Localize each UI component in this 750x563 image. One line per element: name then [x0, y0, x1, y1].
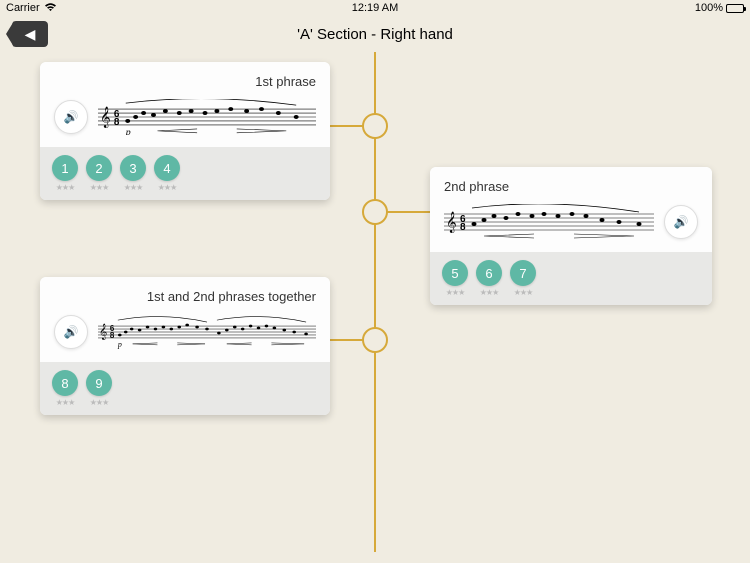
node-3 [363, 328, 387, 352]
back-arrow-icon: ◀ [25, 26, 36, 43]
step-button[interactable]: 6 [476, 260, 502, 286]
step-stars: ★★★ [514, 288, 533, 297]
status-bar: Carrier 12:19 AM 100% [0, 0, 750, 16]
step-4: 4 ★★★ [154, 155, 180, 192]
svg-text:𝄞: 𝄞 [99, 324, 107, 340]
step-button[interactable]: 2 [86, 155, 112, 181]
staff-svg: 𝄞 68 p [98, 99, 316, 135]
card-content: 𝄞 68 🔊 [444, 202, 698, 242]
page-title: 'A' Section - Right hand [297, 26, 453, 43]
phrase-card-1[interactable]: 1st phrase 🔊 𝄞 68 [40, 62, 330, 200]
svg-text:8: 8 [114, 117, 120, 128]
node-1 [363, 114, 387, 138]
step-stars: ★★★ [90, 398, 109, 407]
step-stars: ★★★ [480, 288, 499, 297]
staff-svg: 𝄞 68 [444, 204, 654, 240]
svg-text:8: 8 [460, 222, 466, 233]
play-button[interactable]: 🔊 [664, 205, 698, 239]
card-footer: 8 ★★★ 9 ★★★ [40, 362, 330, 415]
card-title: 2nd phrase [444, 179, 698, 194]
music-notation: 𝄞 68 p [98, 97, 316, 137]
step-stars: ★★★ [446, 288, 465, 297]
phrase-card-3[interactable]: 1st and 2nd phrases together 🔊 𝄞 68 [40, 277, 330, 415]
play-button[interactable]: 🔊 [54, 315, 88, 349]
battery-icon [726, 4, 744, 13]
card-footer: 5 ★★★ 6 ★★★ 7 ★★★ [430, 252, 712, 305]
card-title: 1st and 2nd phrases together [54, 289, 316, 304]
staff-svg: 𝄞 68 p [98, 314, 316, 350]
svg-text:8: 8 [110, 331, 115, 340]
battery-label: 100% [695, 2, 723, 14]
card-content: 🔊 𝄞 68 p [54, 312, 316, 352]
speaker-icon: 🔊 [674, 215, 689, 229]
svg-text:𝄞: 𝄞 [100, 107, 111, 128]
svg-text:p: p [117, 340, 122, 349]
status-right: 100% [695, 2, 744, 14]
step-stars: ★★★ [158, 183, 177, 192]
speaker-icon: 🔊 [64, 325, 79, 339]
phrase-card-2[interactable]: 2nd phrase 𝄞 68 [430, 167, 712, 305]
music-notation: 𝄞 68 p [98, 312, 316, 352]
svg-text:𝄞: 𝄞 [446, 212, 457, 233]
card-body: 2nd phrase 𝄞 68 [430, 167, 712, 252]
step-1: 1 ★★★ [52, 155, 78, 192]
music-notation: 𝄞 68 [444, 202, 654, 242]
step-7: 7 ★★★ [510, 260, 536, 297]
node-2 [363, 200, 387, 224]
step-button[interactable]: 8 [52, 370, 78, 396]
step-9: 9 ★★★ [86, 370, 112, 407]
speaker-icon: 🔊 [64, 110, 79, 124]
svg-text:p: p [125, 127, 131, 135]
step-stars: ★★★ [124, 183, 143, 192]
step-stars: ★★★ [90, 183, 109, 192]
play-button[interactable]: 🔊 [54, 100, 88, 134]
card-body: 1st and 2nd phrases together 🔊 𝄞 68 [40, 277, 330, 362]
back-button[interactable]: ◀ [12, 21, 48, 47]
carrier-label: Carrier [6, 2, 40, 14]
step-button[interactable]: 4 [154, 155, 180, 181]
step-button[interactable]: 7 [510, 260, 536, 286]
step-2: 2 ★★★ [86, 155, 112, 192]
step-stars: ★★★ [56, 398, 75, 407]
status-time: 12:19 AM [352, 2, 398, 14]
step-button[interactable]: 3 [120, 155, 146, 181]
status-left: Carrier [6, 2, 57, 15]
canvas: 1st phrase 🔊 𝄞 68 [0, 52, 750, 563]
step-5: 5 ★★★ [442, 260, 468, 297]
wifi-icon [44, 2, 57, 15]
step-button[interactable]: 1 [52, 155, 78, 181]
card-title: 1st phrase [54, 74, 316, 89]
step-8: 8 ★★★ [52, 370, 78, 407]
step-3: 3 ★★★ [120, 155, 146, 192]
step-stars: ★★★ [56, 183, 75, 192]
card-content: 🔊 𝄞 68 p [54, 97, 316, 137]
step-6: 6 ★★★ [476, 260, 502, 297]
step-button[interactable]: 9 [86, 370, 112, 396]
card-body: 1st phrase 🔊 𝄞 68 [40, 62, 330, 147]
card-footer: 1 ★★★ 2 ★★★ 3 ★★★ 4 ★★★ [40, 147, 330, 200]
step-button[interactable]: 5 [442, 260, 468, 286]
header: ◀ 'A' Section - Right hand [0, 16, 750, 52]
